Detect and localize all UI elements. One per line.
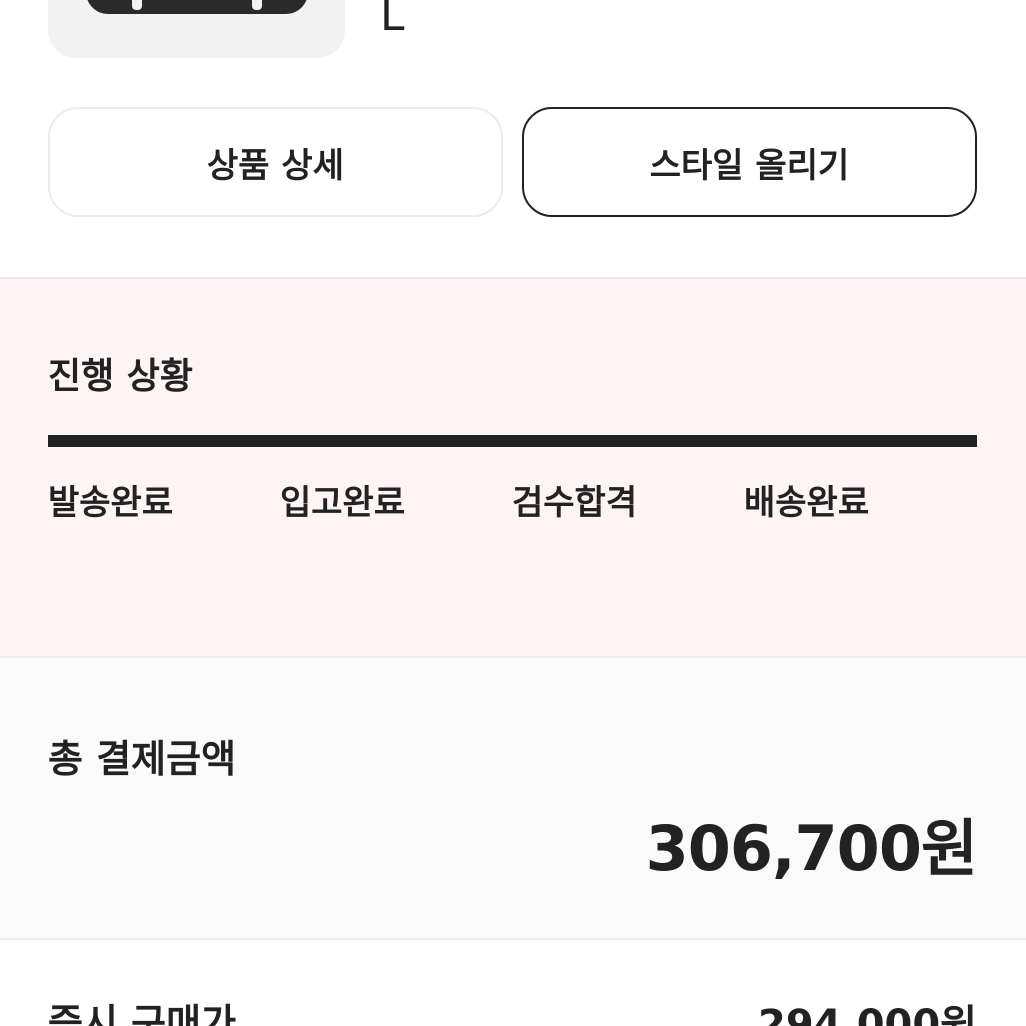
order-detail-page: L 상품 상세 스타일 올리기 진행 상황 발송완료 입고완료 검수합격 배송완… — [0, 0, 1026, 1026]
instant-buy-row: 즉시 구매가 294,000원 — [0, 940, 1026, 1026]
progress-title: 진행 상황 — [48, 356, 194, 397]
total-payment-amount: 306,700원 — [645, 812, 978, 885]
progress-section: 진행 상황 발송완료 입고완료 검수합격 배송완료 — [0, 277, 1026, 658]
progress-step-delivered: 배송완료 — [744, 483, 870, 523]
total-payment-label: 총 결제금액 — [48, 737, 237, 781]
instant-buy-label: 즉시 구매가 — [48, 1001, 237, 1026]
progress-bar — [48, 435, 977, 447]
progress-step-inspection-passed: 검수합격 — [512, 483, 638, 523]
post-style-button[interactable]: 스타일 올리기 — [522, 107, 977, 217]
instant-buy-price: 294,000원 — [758, 1002, 977, 1026]
product-detail-button[interactable]: 상품 상세 — [48, 107, 503, 217]
total-payment-section: 총 결제금액 306,700원 — [0, 658, 1026, 940]
jacket-icon — [86, 0, 308, 14]
progress-step-received: 입고완료 — [280, 483, 406, 523]
progress-steps: 발송완료 입고완료 검수합격 배송완료 — [48, 475, 977, 523]
product-size: L — [380, 0, 405, 41]
product-image[interactable] — [48, 0, 345, 58]
progress-step-shipped: 발송완료 — [48, 483, 174, 523]
